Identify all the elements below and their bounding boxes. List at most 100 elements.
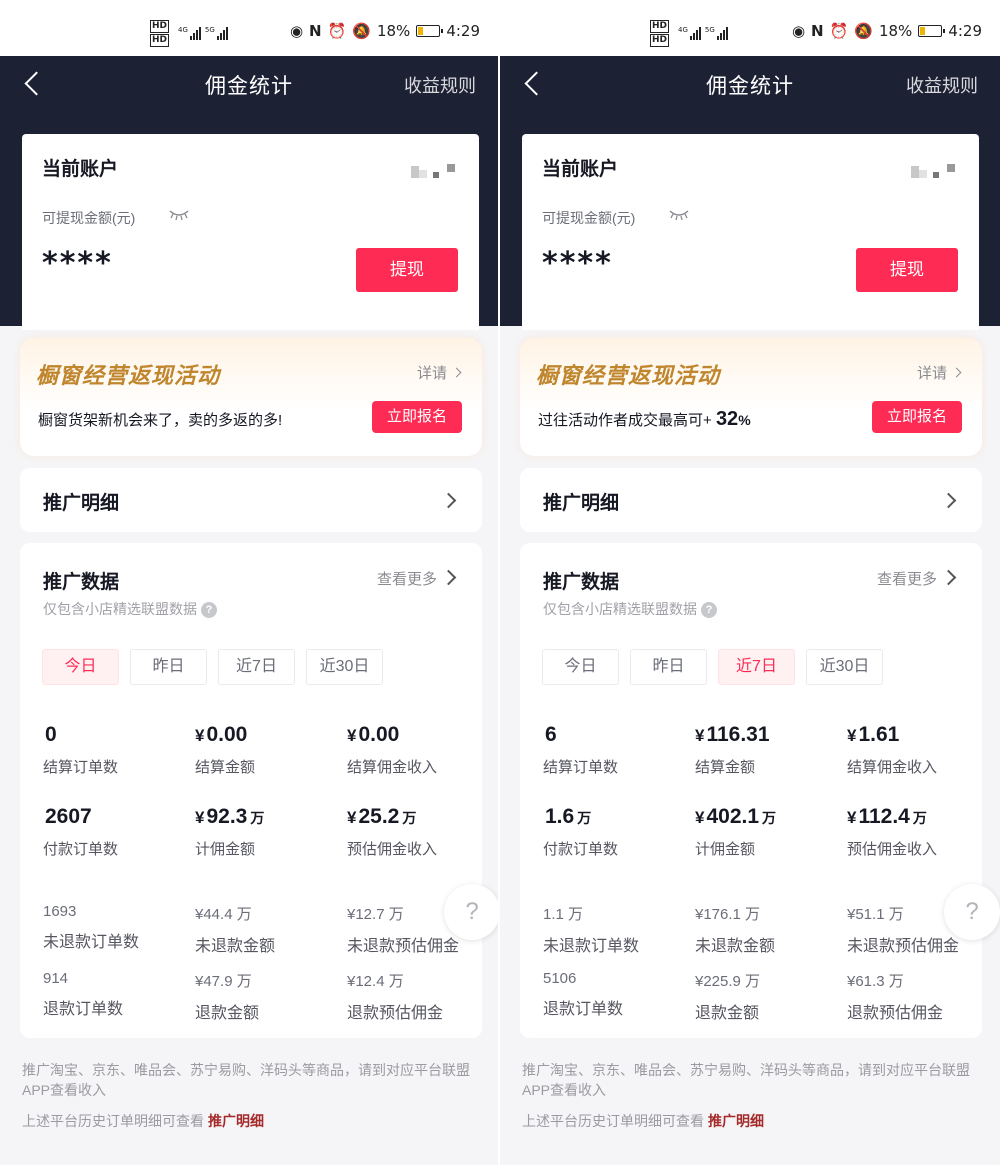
promo-data-title: 推广数据 <box>43 572 120 593</box>
metric-number: 6 <box>545 723 557 746</box>
metric-value: ¥225.9 万 <box>695 973 761 990</box>
metric-label: 付款订单数 <box>43 841 119 858</box>
withdrawable-label: 可提现金额(元) <box>42 210 136 226</box>
chevron-right-icon[interactable] <box>940 569 957 586</box>
view-more-link[interactable]: 查看更多 <box>377 568 437 589</box>
banner-detail-link[interactable]: 详请 <box>417 362 462 383</box>
tab-2[interactable]: 昨日 <box>130 649 207 685</box>
banner-detail-link[interactable]: 详请 <box>917 362 962 383</box>
metric-label: 结算订单数 <box>43 759 119 776</box>
metric-label: 结算佣金收入 <box>347 759 438 776</box>
metric-item: ¥1.61 结算佣金收入 <box>847 723 997 777</box>
metric-label: 预估佣金收入 <box>347 841 438 858</box>
currency-symbol: ¥ <box>847 726 857 745</box>
eye-closed-icon[interactable] <box>668 208 690 222</box>
metric-number: 2607 <box>45 805 92 828</box>
signup-button[interactable]: 立即报名 <box>872 401 962 433</box>
cashback-activity-banner[interactable]: 橱窗经营返现活动 详请 橱窗货架新机会来了，卖的多返的多! 立即报名 <box>20 338 482 456</box>
tab-1[interactable]: 今日 <box>42 649 119 685</box>
signal-bars-1: 4G <box>178 27 201 40</box>
chevron-right-icon <box>440 492 457 509</box>
status-bar: HD HD 4G 5G ◉ N ⏰ 🔕 18% 4:29 <box>500 0 1000 56</box>
banner-title: 橱窗经营返现活动 <box>536 363 721 388</box>
metric-label: 计佣金额 <box>195 841 256 858</box>
tab-4[interactable]: 近30日 <box>306 649 383 685</box>
metric-value: 914 <box>43 970 69 987</box>
metric-label: 退款金额 <box>195 1005 260 1022</box>
metric-number: 1.6 <box>545 805 575 828</box>
account-card: 当前账户 可提现金额(元) **** 提现 <box>22 134 479 330</box>
eye-closed-icon[interactable] <box>168 208 190 222</box>
tab-3[interactable]: 近7日 <box>718 649 795 685</box>
refund-metric-item: 1.1 万未退款订单数 <box>543 903 693 956</box>
metric-label: 未退款金额 <box>695 938 776 955</box>
metric-value: ¥47.9 万 <box>195 973 252 990</box>
signal-icon: 4G 5G <box>678 24 728 40</box>
network-type: 5G <box>204 26 215 34</box>
chevron-right-icon[interactable] <box>440 569 457 586</box>
refund-metric-item: ¥44.4 万未退款金额 <box>195 903 345 956</box>
nfc-icon: N <box>309 22 322 40</box>
earnings-rules-link[interactable]: 收益规则 <box>404 72 476 98</box>
tab-3[interactable]: 近7日 <box>218 649 295 685</box>
signup-button[interactable]: 立即报名 <box>372 401 462 433</box>
help-icon[interactable]: ? <box>201 602 217 618</box>
footer-history: 上述平台历史订单明细可查看 推广明细 <box>22 1111 264 1131</box>
banner-description: 橱窗货架新机会来了，卖的多返的多! <box>38 408 282 431</box>
refund-metric-item: ¥47.9 万退款金额 <box>195 970 345 1023</box>
metric-value: ¥1.61 <box>847 723 997 747</box>
withdrawable-amount: **** <box>542 246 613 281</box>
date-range-tabs: 今日 昨日 近7日 近30日 <box>42 649 383 685</box>
metric-label: 预估佣金收入 <box>847 841 938 858</box>
currency-symbol: ¥ <box>847 808 857 827</box>
chevron-right-icon <box>940 492 957 509</box>
earnings-rules-link[interactable]: 收益规则 <box>906 72 978 98</box>
metric-unit: 万 <box>762 810 777 826</box>
promo-detail-row[interactable]: 推广明细 <box>520 468 982 532</box>
desc-text: 橱窗货架新机会来了，卖的多返的多! <box>38 412 283 429</box>
status-right: ◉ N ⏰ 🔕 18% 4:29 <box>290 22 480 40</box>
eye-comfort-icon: ◉ <box>289 22 304 40</box>
tab-2[interactable]: 昨日 <box>630 649 707 685</box>
metric-item: ¥0.00 结算金额 <box>195 723 345 777</box>
currency-symbol: ¥ <box>695 808 705 827</box>
promo-data-title: 推广数据 <box>543 572 620 593</box>
footer-note: 推广淘宝、京东、唯品会、苏宁易购、洋码头等商品，请到对应平台联盟APP查看收入 <box>22 1062 470 1098</box>
floating-help-button[interactable]: ? <box>444 884 498 940</box>
metric-number: 402.1 <box>706 805 760 828</box>
hd-badge: HD <box>150 20 170 33</box>
avatar <box>911 160 957 180</box>
chevron-right-icon <box>951 367 962 378</box>
floating-help-button[interactable]: ? <box>944 884 1000 940</box>
tab-1[interactable]: 今日 <box>542 649 619 685</box>
currency-symbol: ¥ <box>347 808 357 827</box>
help-icon[interactable]: ? <box>701 602 717 618</box>
refund-metric-item: 5106 退款订单数 <box>543 970 693 1019</box>
metric-item: ¥25.2 万预估佣金收入 <box>347 805 497 859</box>
footer-note: 推广淘宝、京东、唯品会、苏宁易购、洋码头等商品，请到对应平台联盟APP查看收入 <box>522 1062 970 1098</box>
view-more-link[interactable]: 查看更多 <box>877 568 937 589</box>
status-right: ◉ N ⏰ 🔕 18% 4:29 <box>792 22 982 40</box>
withdraw-button[interactable]: 提现 <box>856 248 958 292</box>
refund-metric-item: 1693 未退款订单数 <box>43 903 193 952</box>
clock: 4:29 <box>446 22 480 40</box>
promo-detail-row[interactable]: 推广明细 <box>20 468 482 532</box>
promo-detail-link[interactable]: 推广明细 <box>708 1113 764 1129</box>
mute-icon: 🔕 <box>854 22 873 40</box>
status-bar: HD HD 4G 5G ◉ N ⏰ 🔕 18% 4:29 <box>0 0 498 56</box>
tab-4[interactable]: 近30日 <box>806 649 883 685</box>
metric-unit: 万 <box>250 810 265 826</box>
battery-percent: 18% <box>878 22 913 40</box>
refund-metric-item: ¥225.9 万退款金额 <box>695 970 845 1023</box>
promo-data-card: 推广数据 查看更多 仅包含小店精选联盟数据? 今日 昨日 近7日 近30日 0 结算订单… <box>20 543 482 1038</box>
withdraw-button[interactable]: 提现 <box>356 248 458 292</box>
cashback-activity-banner[interactable]: 橱窗经营返现活动 详请 过往活动作者成交最高可+ 32% 立即报名 <box>520 338 982 456</box>
metric-label: 退款金额 <box>695 1005 760 1022</box>
hd-badge: HD <box>150 34 170 47</box>
promo-data-card: 推广数据 查看更多 仅包含小店精选联盟数据? 今日 昨日 近7日 近30日 6 结算订单… <box>520 543 982 1038</box>
metric-value: ¥0.00 <box>195 723 345 747</box>
network-type: 4G <box>678 26 688 34</box>
metric-number: 25.2 <box>358 805 400 828</box>
promo-detail-link[interactable]: 推广明细 <box>208 1113 264 1129</box>
currency-symbol: ¥ <box>347 726 357 745</box>
